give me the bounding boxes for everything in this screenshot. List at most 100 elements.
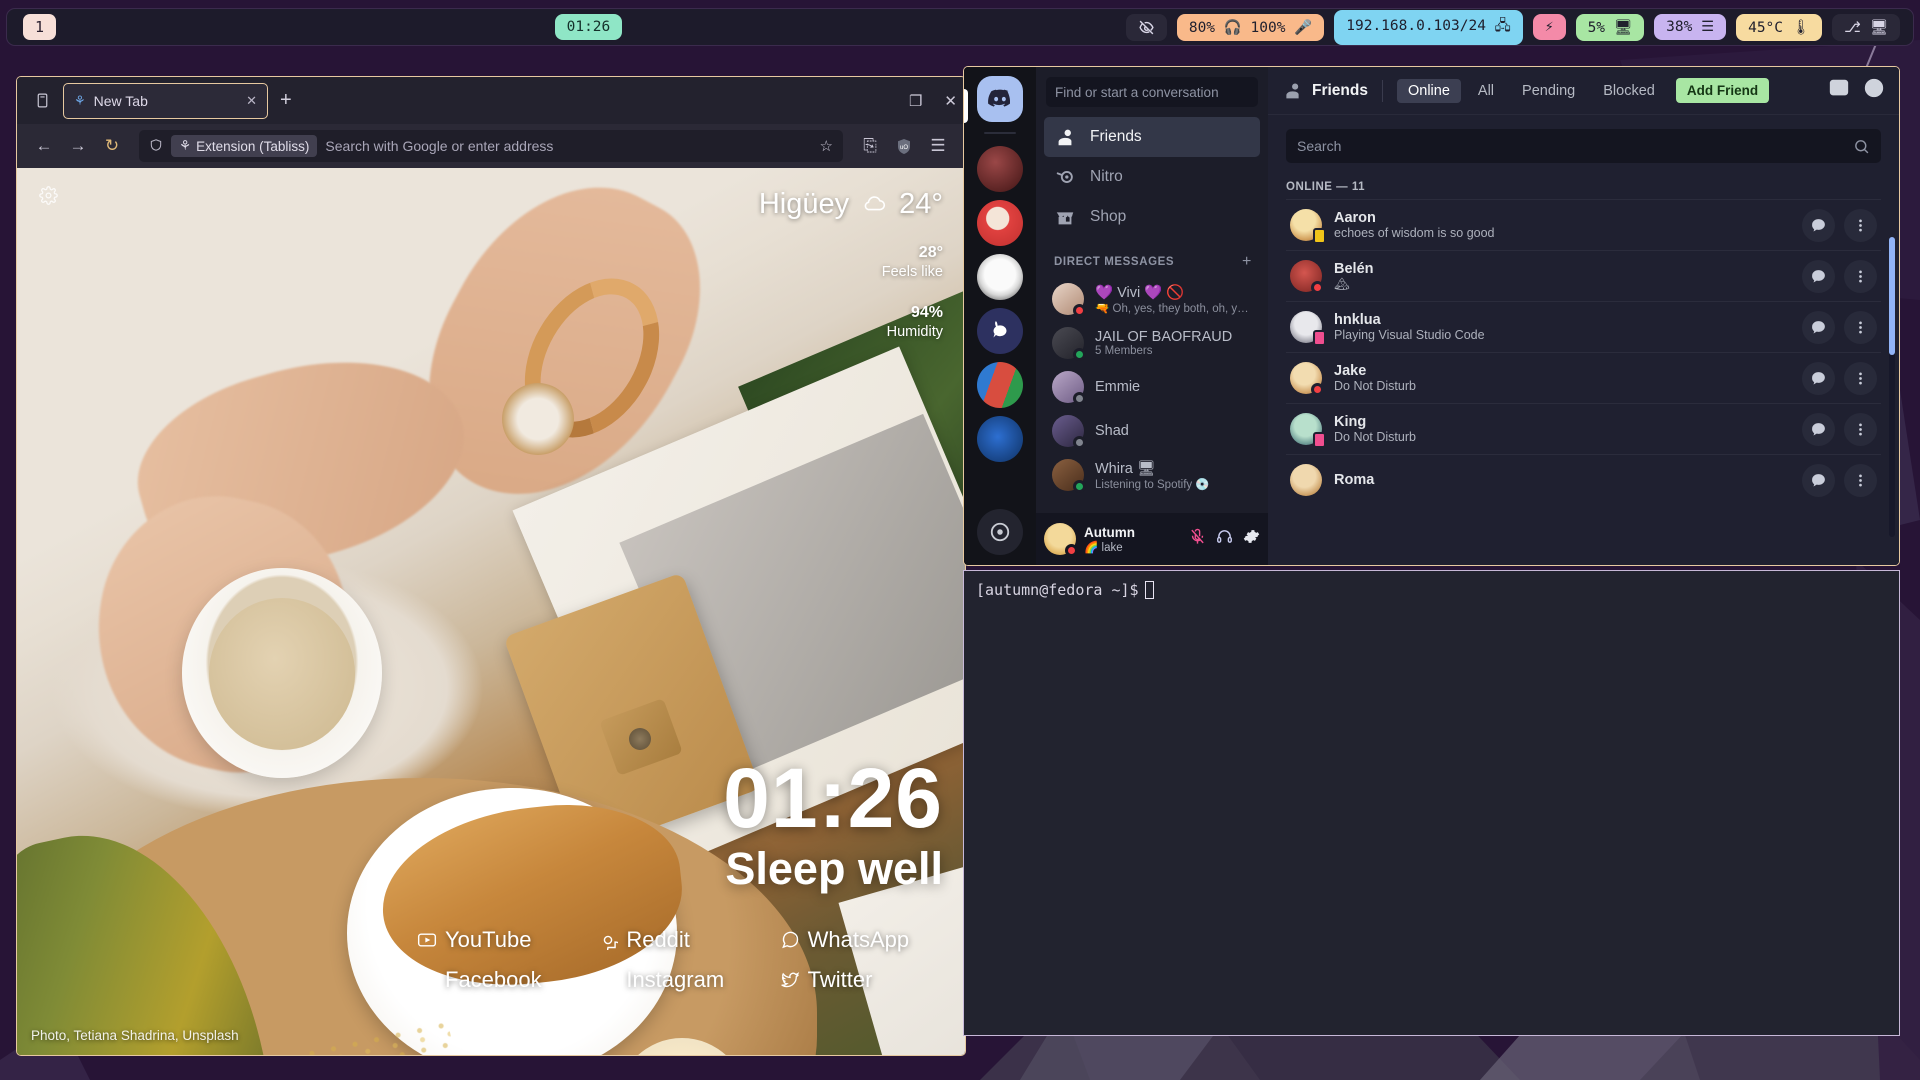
scrollbar-thumb[interactable] xyxy=(1889,237,1895,355)
friend-name: Aaron xyxy=(1334,210,1376,226)
slideshow-next-icon[interactable]: → xyxy=(508,1029,522,1045)
discord-home-button[interactable] xyxy=(977,76,1023,122)
slideshow-pause-icon[interactable]: ‖ xyxy=(488,1029,494,1045)
slideshow-prev-icon[interactable]: ← xyxy=(460,1029,474,1045)
dm-list-item[interactable]: Whira 🖥 Listening to Spotify 💿 xyxy=(1044,453,1260,497)
dm-list-item[interactable]: Shad xyxy=(1044,409,1260,453)
table-row[interactable]: Roma xyxy=(1286,454,1881,505)
more-options-icon[interactable] xyxy=(1844,463,1877,497)
statusbar-cpu[interactable]: 5% 🖥 xyxy=(1575,13,1645,41)
forward-button[interactable]: → xyxy=(63,131,93,161)
browser-tab[interactable]: ⚘ New Tab ✕ xyxy=(63,82,268,119)
avatar xyxy=(1290,413,1326,448)
statusbar-temperature[interactable]: 45°C 🌡 xyxy=(1736,13,1823,41)
ublock-origin-icon[interactable]: uO xyxy=(889,131,919,161)
extension-chip[interactable]: ⚘ Extension (Tabliss) xyxy=(171,135,318,157)
feels-like-value: 28° xyxy=(918,244,943,261)
tab-blocked[interactable]: Blocked xyxy=(1592,79,1666,103)
message-icon[interactable] xyxy=(1802,310,1835,344)
workspace-indicator[interactable]: 1 xyxy=(23,14,57,40)
add-friend-button[interactable]: Add Friend xyxy=(1675,78,1770,103)
tab-all[interactable]: All xyxy=(1467,79,1505,103)
bookmark-star-icon[interactable]: ☆ xyxy=(820,137,833,155)
more-options-icon[interactable] xyxy=(1844,412,1877,446)
address-bar[interactable]: ⚘ Extension (Tabliss) Search with Google… xyxy=(139,130,843,162)
instagram-icon xyxy=(600,971,617,989)
statusbar-clock[interactable]: 01:26 xyxy=(554,14,623,40)
statusbar-eye-hidden[interactable] xyxy=(1125,13,1167,41)
window-close-icon[interactable]: ✕ xyxy=(944,92,957,110)
discord-guild-server-mario-sonic[interactable] xyxy=(977,362,1023,408)
table-row[interactable]: Belén 🏔 xyxy=(1286,250,1881,301)
dm-search-input[interactable]: Find or start a conversation xyxy=(1046,77,1258,107)
terminal-window[interactable]: [autumn@fedora ~]$ xyxy=(963,570,1900,1036)
list-all-tabs-icon[interactable] xyxy=(27,86,57,116)
discord-guild-server-red-creature[interactable] xyxy=(977,146,1023,192)
link-youtube[interactable]: YouTube xyxy=(417,927,594,953)
headphones-icon[interactable] xyxy=(1216,528,1233,550)
link-reddit[interactable]: Reddit xyxy=(598,927,775,953)
back-button[interactable]: ← xyxy=(29,131,59,161)
table-row[interactable]: hnklua Playing Visual Studio Code xyxy=(1286,301,1881,352)
shield-icon[interactable] xyxy=(149,137,163,156)
friends-scrollbar[interactable] xyxy=(1889,237,1895,537)
extensions-icon[interactable]: ⎘ xyxy=(855,131,885,161)
link-instagram[interactable]: Instagram xyxy=(598,967,775,993)
tab-pending[interactable]: Pending xyxy=(1511,79,1586,103)
more-options-icon[interactable] xyxy=(1844,310,1877,344)
dm-list-item[interactable]: Emmie xyxy=(1044,365,1260,409)
app-menu-button[interactable]: ☰ xyxy=(923,131,953,161)
message-icon[interactable] xyxy=(1802,208,1835,242)
table-row[interactable]: Jake Do Not Disturb xyxy=(1286,352,1881,403)
discord-dm-sidebar: Find or start a conversation Friends Nit… xyxy=(1036,67,1268,565)
discord-guild-server-anime-bw[interactable] xyxy=(977,254,1023,300)
statusbar-display[interactable]: ⎇ 🖥 xyxy=(1832,13,1901,41)
table-row[interactable]: King Do Not Disturb xyxy=(1286,403,1881,454)
inbox-icon[interactable] xyxy=(1828,77,1850,104)
search-icon xyxy=(1855,139,1869,153)
statusbar-network[interactable]: 192.168.0.103/24 🖧 xyxy=(1334,9,1523,45)
help-icon[interactable] xyxy=(1863,77,1885,104)
discord-guild-server-sonic[interactable] xyxy=(977,416,1023,462)
gear-icon[interactable] xyxy=(39,186,58,211)
more-options-icon[interactable] xyxy=(1844,208,1877,242)
link-twitter-label: Twitter xyxy=(807,967,873,992)
address-input-placeholder[interactable]: Search with Google or enter address xyxy=(325,138,811,154)
link-facebook[interactable]: Facebook xyxy=(417,967,594,993)
statusbar-power[interactable]: ⚡ xyxy=(1532,14,1566,40)
sidebar-item-shop[interactable]: Shop xyxy=(1044,197,1260,237)
avatar[interactable] xyxy=(1044,523,1078,557)
create-dm-button[interactable]: + xyxy=(1242,253,1252,271)
message-icon[interactable] xyxy=(1802,463,1835,497)
message-icon[interactable] xyxy=(1802,361,1835,395)
window-restore-icon[interactable]: ❐ xyxy=(909,92,922,110)
table-row[interactable]: Aaron echoes of wisdom is so good xyxy=(1286,199,1881,250)
mic-muted-icon[interactable] xyxy=(1189,528,1206,550)
user-settings-icon[interactable] xyxy=(1243,528,1260,550)
tab-online[interactable]: Online xyxy=(1396,78,1461,103)
dm-list-item[interactable]: JAIL OF BAOFRAUD 5 Members xyxy=(1044,321,1260,365)
sidebar-item-friends[interactable]: Friends xyxy=(1044,117,1260,157)
dm-item-text: Emmie xyxy=(1095,379,1252,395)
reload-button[interactable]: ↻ xyxy=(97,131,127,161)
statusbar-memory[interactable]: 38% ☰ xyxy=(1654,14,1727,40)
discord-guild-rail xyxy=(964,67,1036,565)
sidebar-item-nitro[interactable]: Nitro xyxy=(1044,157,1260,197)
message-icon[interactable] xyxy=(1802,412,1835,446)
discord-explore-servers-button[interactable] xyxy=(977,509,1023,555)
discord-guild-server-rabbit[interactable] xyxy=(977,308,1023,354)
friends-search-input[interactable]: Search xyxy=(1286,129,1881,163)
new-tab-button[interactable]: + xyxy=(280,89,292,112)
statusbar-audio[interactable]: 80% 🎧 100% 🎤 xyxy=(1176,13,1325,41)
link-whatsapp[interactable]: WhatsApp xyxy=(780,927,957,953)
message-icon[interactable] xyxy=(1802,259,1835,293)
status-badge xyxy=(1311,383,1324,396)
more-options-icon[interactable] xyxy=(1844,361,1877,395)
discord-guild-server-redhead-avatar[interactable] xyxy=(977,200,1023,246)
dm-list-item[interactable]: 💜 Vivi 💜 🚫 🔫 Oh, yes, they both, oh, yes… xyxy=(1044,277,1260,321)
link-twitter[interactable]: Twitter xyxy=(780,967,957,993)
tab-title: New Tab xyxy=(93,92,148,109)
clock-time: 01:26 xyxy=(723,751,943,846)
more-options-icon[interactable] xyxy=(1844,259,1877,293)
tab-close-icon[interactable]: ✕ xyxy=(246,93,257,109)
